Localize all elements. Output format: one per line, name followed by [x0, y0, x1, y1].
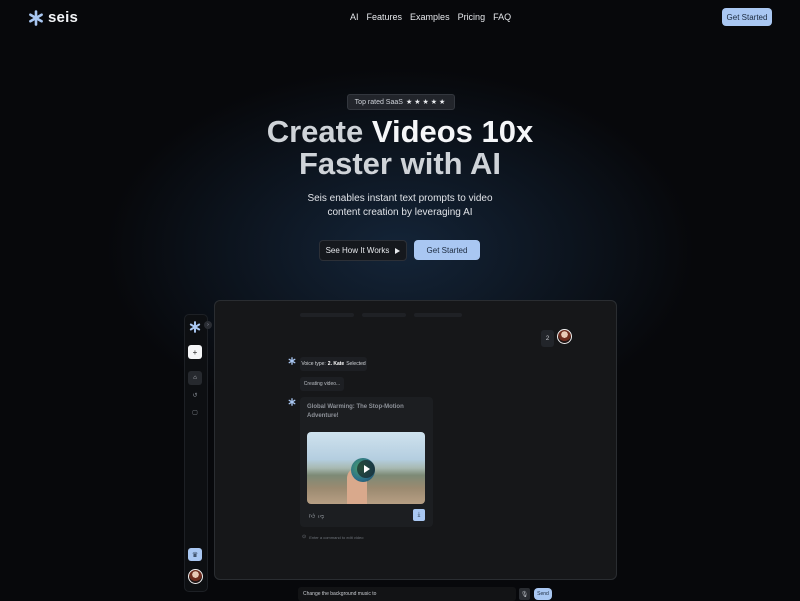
- video-title: Global Warming: The Stop-Motion Adventur…: [307, 404, 404, 419]
- asterisk-logo-icon: [29, 9, 43, 26]
- video-play-icon[interactable]: [357, 460, 375, 478]
- top-navigation: seis AI Features Examples Pricing FAQ Ge…: [0, 0, 800, 34]
- home-icon[interactable]: ⌂: [188, 371, 202, 385]
- edit-icon: ⊙: [302, 534, 307, 540]
- nav-link-ai[interactable]: AI: [350, 12, 359, 22]
- chat-icon[interactable]: ▢: [188, 405, 202, 419]
- brand-name: seis: [48, 9, 78, 26]
- thumbs-down-icon[interactable]: 👎︎: [317, 512, 325, 520]
- plus-icon[interactable]: +: [188, 345, 202, 359]
- video-thumbnail[interactable]: [307, 432, 425, 504]
- see-how-it-works-label: See How It Works: [325, 246, 390, 255]
- microphone-icon[interactable]: 🎙︎: [519, 588, 530, 600]
- user-message-bubble: 2: [541, 330, 554, 347]
- voice-value: 2. Kate: [327, 361, 345, 367]
- nav-link-pricing[interactable]: Pricing: [458, 12, 486, 22]
- voice-suffix: Selected: [346, 361, 366, 367]
- sidebar-asterisk-logo-icon: [189, 321, 201, 333]
- faint-header-tabs: [300, 313, 462, 317]
- nav-link-examples[interactable]: Examples: [410, 12, 450, 22]
- nav-link-features[interactable]: Features: [367, 12, 403, 22]
- chevron-right-icon[interactable]: ›: [204, 321, 212, 329]
- star-rating-icon: ★★★★★: [405, 99, 448, 106]
- badge-text: Top rated SaaS: [354, 98, 403, 106]
- rating-badge: Top rated SaaS ★★★★★: [347, 94, 455, 110]
- sidebar-avatar[interactable]: [188, 569, 203, 584]
- thumbs-up-icon[interactable]: 👍︎: [308, 512, 316, 520]
- hero-title: Create Videos 10x Faster with AI: [0, 116, 800, 180]
- history-icon[interactable]: ↺: [188, 388, 202, 402]
- hero-title-create: Create: [266, 114, 372, 149]
- nav-get-started-button[interactable]: Get Started: [722, 8, 772, 26]
- creating-video-message: Creating video...: [300, 377, 344, 391]
- nav-links: AI Features Examples Pricing FAQ: [350, 12, 511, 22]
- brand-logo[interactable]: seis: [28, 9, 78, 26]
- edit-hint-text: Enter a command to edit video: [309, 534, 364, 540]
- hero-subtitle: Seis enables instant text prompts to vid…: [307, 193, 493, 218]
- faint-tab: [362, 313, 406, 317]
- edit-video-hint: ⊙ Enter a command to edit video: [302, 534, 363, 540]
- crown-icon[interactable]: ♛: [188, 548, 202, 561]
- nav-link-faq[interactable]: FAQ: [493, 12, 511, 22]
- hero-title-videos: Videos 10x: [371, 114, 534, 149]
- hero-title-line-2: Faster with AI: [298, 146, 502, 181]
- faint-tab: [300, 313, 354, 317]
- play-icon: [395, 247, 401, 254]
- faint-tab: [414, 313, 462, 317]
- ai-asterisk-icon: [288, 398, 296, 406]
- prompt-input[interactable]: Change the background music to: [298, 587, 516, 601]
- ai-asterisk-icon: [288, 357, 296, 365]
- see-how-it-works-button[interactable]: See How It Works: [319, 240, 407, 261]
- hero-get-started-button[interactable]: Get Started: [414, 240, 480, 260]
- voice-type-message: Voice type: 2. Kate Selected: [300, 357, 367, 371]
- chat-user-avatar: [557, 329, 572, 344]
- send-button[interactable]: Send: [534, 588, 552, 600]
- download-icon[interactable]: ⤓: [413, 509, 425, 521]
- voice-prefix: Voice type:: [301, 361, 326, 367]
